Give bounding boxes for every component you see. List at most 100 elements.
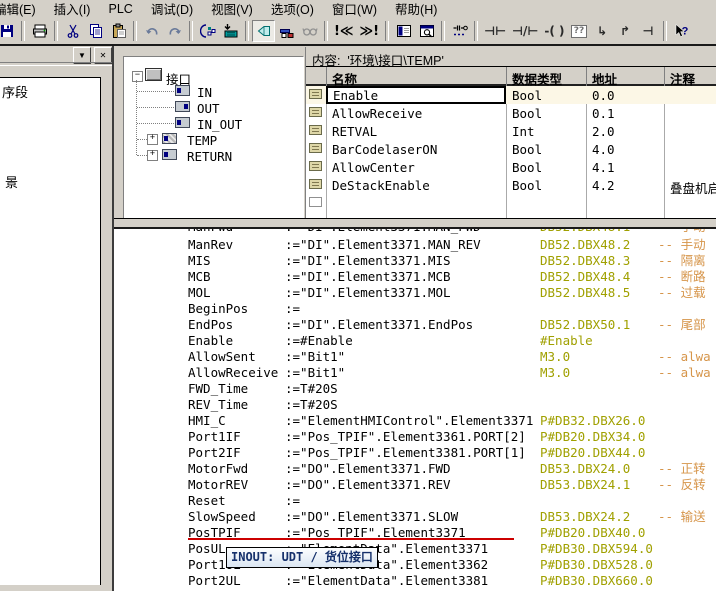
cell-address[interactable]: 0.0 bbox=[592, 88, 615, 103]
code-line[interactable]: MotorREV:="DO".Element3371.REVDB53.DBX24… bbox=[114, 477, 716, 493]
cell-name[interactable]: DeStackEnable bbox=[332, 178, 430, 193]
cell-name[interactable]: AllowCenter bbox=[332, 160, 415, 175]
menu-item-7[interactable]: 帮助(H) bbox=[386, 0, 446, 18]
toolbar-button-undo[interactable] bbox=[140, 20, 163, 42]
cell-address[interactable]: 4.2 bbox=[592, 178, 615, 193]
toolbar-button-overview-window[interactable] bbox=[392, 20, 415, 42]
toolbar-button-cut[interactable] bbox=[61, 20, 84, 42]
pane-splitter[interactable] bbox=[114, 219, 716, 227]
cell-address[interactable]: 4.1 bbox=[592, 160, 615, 175]
cell-datatype[interactable]: Bool bbox=[512, 142, 542, 157]
toolbar-button-call-structure[interactable] bbox=[196, 20, 219, 42]
toolbar-button-goto-next-error[interactable]: ≫! bbox=[357, 20, 383, 42]
toolbar-button-copy[interactable] bbox=[84, 20, 107, 42]
cell-datatype[interactable]: Bool bbox=[512, 160, 542, 175]
toolbar-button-symbolic-display[interactable] bbox=[252, 20, 275, 42]
code-line[interactable]: EndPos:="DI".Element3371.EndPosDB52.DBX5… bbox=[114, 317, 716, 333]
code-line[interactable]: BeginPos:= bbox=[114, 301, 716, 317]
tree-item-in_out[interactable]: IN_OUT bbox=[197, 117, 242, 132]
code-line[interactable]: AllowReceive:="Bit1"M3.0-- alwa bbox=[114, 365, 716, 381]
toolbar-button-coil[interactable]: -( ) bbox=[541, 20, 567, 42]
code-line[interactable]: ManRev:="DI".Element3371.MAN_REVDB52.DBX… bbox=[114, 237, 716, 253]
code-line[interactable]: HMI_C:="ElementHMIControl".Element3371P#… bbox=[114, 413, 716, 429]
table-row[interactable]: AllowCenter Bool 4.1 bbox=[306, 158, 716, 176]
code-line[interactable]: PosUL:="ElementData".Element3371P#DB30.D… bbox=[114, 541, 716, 557]
code-line[interactable]: Port2IF:="Pos_TPIF".Element3381.PORT[1]P… bbox=[114, 445, 716, 461]
toolbar-button-goto-previous-error[interactable]: !≪ bbox=[331, 20, 357, 42]
toolbar-button-contact-nc[interactable]: ⊣/⊢ bbox=[509, 20, 541, 42]
menu-item-5[interactable]: 选项(O) bbox=[262, 0, 323, 18]
code-line[interactable]: FWD_Time:=T#20S bbox=[114, 381, 716, 397]
toolbar-button-redo[interactable] bbox=[163, 20, 186, 42]
toolbar-button-empty-box[interactable]: ?? bbox=[568, 20, 591, 42]
tree-expand-box[interactable]: + bbox=[147, 134, 158, 145]
tree-expand-box[interactable]: + bbox=[147, 150, 158, 161]
selected-name-cell[interactable]: Enable bbox=[326, 86, 506, 104]
table-row-empty[interactable] bbox=[306, 194, 716, 212]
toolbar-button-paste[interactable] bbox=[107, 20, 130, 42]
param-name: AllowReceive bbox=[188, 365, 278, 381]
toolbar-button-close-branch[interactable]: ↱ bbox=[614, 20, 637, 42]
code-line[interactable]: Reset:= bbox=[114, 493, 716, 509]
code-line[interactable]: MOL:="DI".Element3371.MOLDB52.DBX48.5-- … bbox=[114, 285, 716, 301]
code-line[interactable]: MCB:="DI".Element3371.MCBDB52.DBX48.4-- … bbox=[114, 269, 716, 285]
tree-item-temp[interactable]: TEMP bbox=[187, 133, 217, 148]
catalog-item-fragment[interactable]: 景 bbox=[5, 172, 18, 191]
table-row[interactable]: RETVAL Int 2.0 bbox=[306, 122, 716, 140]
cell-name[interactable]: RETVAL bbox=[332, 124, 377, 139]
cell-datatype[interactable]: Int bbox=[512, 124, 535, 139]
toolbar-button-save[interactable] bbox=[0, 20, 18, 42]
code-line[interactable]: MotorFwd:="DO".Element3371.FWDDB53.DBX24… bbox=[114, 461, 716, 477]
table-row[interactable]: AllowReceive Bool 0.1 bbox=[306, 104, 716, 122]
param-value: :="ElementHMIControl".Element3371 bbox=[285, 413, 533, 429]
menu-item-3[interactable]: 调试(D) bbox=[142, 0, 202, 18]
catalog-item-fragment[interactable]: 序段 bbox=[2, 82, 28, 101]
toolbar-button-download[interactable] bbox=[219, 20, 242, 42]
toolbar-button-symbol-information[interactable] bbox=[275, 20, 298, 42]
toolbar-button-rail[interactable]: ⊣ bbox=[637, 20, 660, 42]
cell-address[interactable]: 0.1 bbox=[592, 106, 615, 121]
code-line[interactable]: ManFwd:="DI".Element3371.MAN_FWDDB52.DBX… bbox=[114, 229, 716, 235]
code-line[interactable]: SlowSpeed:="DO".Element3371.SLOWDB53.DBX… bbox=[114, 509, 716, 525]
variable-declaration-table: 名称数据类型地址注释 EnableBool0.0AllowReceiveBool… bbox=[306, 66, 716, 219]
code-line[interactable]: Port2UL:="ElementData".Element3381P#DB30… bbox=[114, 573, 716, 589]
column-separator bbox=[326, 67, 327, 86]
table-row[interactable]: DeStackEnableBool4.2叠盘机启 bbox=[306, 176, 716, 194]
cell-address[interactable]: 4.0 bbox=[592, 142, 615, 157]
toolbar-button-print[interactable] bbox=[28, 20, 51, 42]
code-line[interactable]: Port1UL:="ElementData".Element3362P#DB30… bbox=[114, 557, 716, 573]
toolbar-button-help-select[interactable]: ? bbox=[670, 20, 693, 42]
code-line[interactable]: Port1IF:="Pos_TPIF".Element3361.PORT[2]P… bbox=[114, 429, 716, 445]
code-line[interactable]: AllowSent:="Bit1"M3.0-- alwa bbox=[114, 349, 716, 365]
table-row[interactable]: Enable Bool 0.0 bbox=[306, 86, 716, 104]
code-line[interactable]: REV_Time:=T#20S bbox=[114, 397, 716, 413]
cell-datatype[interactable]: Bool bbox=[512, 88, 542, 103]
param-address: DB52.DBX48.5 bbox=[540, 285, 630, 301]
tree-item-out[interactable]: OUT bbox=[197, 101, 220, 116]
cell-name[interactable]: AllowReceive bbox=[332, 106, 422, 121]
cell-datatype[interactable]: Bool bbox=[512, 178, 542, 193]
menu-item-0[interactable]: 编辑(E) bbox=[0, 0, 45, 18]
toolbar-button-detail-window[interactable] bbox=[415, 20, 438, 42]
cell-address[interactable]: 2.0 bbox=[592, 124, 615, 139]
tree-item-in[interactable]: IN bbox=[197, 85, 212, 100]
tree-item-return[interactable]: RETURN bbox=[187, 149, 232, 164]
cell-datatype[interactable]: Bool bbox=[512, 106, 542, 121]
toolbar-button-contact-no[interactable]: ⊣⊢ bbox=[481, 20, 509, 42]
toolbar-separator bbox=[663, 21, 667, 41]
menu-item-1[interactable]: 插入(I) bbox=[45, 0, 100, 18]
stl-code-pane[interactable]: ManFwd:="DI".Element3371.MAN_FWDDB52.DBX… bbox=[114, 229, 716, 591]
menu-item-4[interactable]: 视图(V) bbox=[202, 0, 262, 18]
code-line[interactable]: Enable:=#Enable#Enable bbox=[114, 333, 716, 349]
interface-section-icon bbox=[175, 85, 190, 96]
catalog-panel[interactable] bbox=[0, 78, 100, 585]
code-line[interactable]: MIS:="DI".Element3371.MISDB52.DBX48.3-- … bbox=[114, 253, 716, 269]
toolbar-button-open-branch[interactable]: ↳ bbox=[591, 20, 614, 42]
table-row[interactable]: BarCodelaserON Bool 4.0 bbox=[306, 140, 716, 158]
param-address: M3.0 bbox=[540, 365, 570, 381]
menu-item-6[interactable]: 窗口(W) bbox=[323, 0, 386, 18]
toolbar-button-insert-network[interactable] bbox=[448, 20, 471, 42]
cell-name[interactable]: BarCodelaserON bbox=[332, 142, 437, 157]
toolbar-button-monitor-glasses[interactable] bbox=[298, 20, 321, 42]
menu-item-2[interactable]: PLC bbox=[99, 1, 141, 18]
